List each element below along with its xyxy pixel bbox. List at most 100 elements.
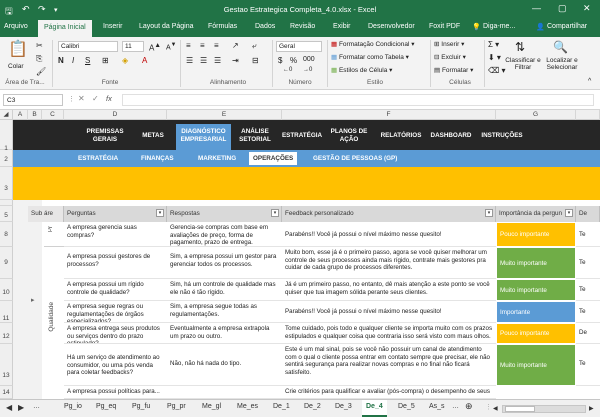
share-icon[interactable]: 👤 xyxy=(536,23,545,31)
more-sheets-right-icon[interactable]: … xyxy=(452,403,459,410)
table-cell-feedback[interactable]: Parabéns!! Você já possui o nível máximo… xyxy=(282,301,496,323)
header-importancia[interactable]: Importância da pergun ▾ xyxy=(496,206,576,222)
nav-planos-de-acao[interactable]: PLANOS DE AÇÃO xyxy=(329,128,369,143)
row-header-1[interactable]: 1 xyxy=(0,120,13,152)
table-cell-resposta[interactable] xyxy=(167,386,282,399)
tab-split-handle[interactable]: ⋮ xyxy=(485,403,492,411)
tab-pagina-inicial[interactable]: Página Inicial xyxy=(38,20,92,37)
subnav-gestao-pessoas[interactable]: GESTÃO DE PESSOAS (GP) xyxy=(313,155,397,162)
underline-button[interactable]: S xyxy=(85,56,90,65)
sheet-tab-me-es[interactable]: Me_es xyxy=(237,403,258,410)
formula-input[interactable] xyxy=(122,94,594,106)
row-header-12[interactable]: 12 xyxy=(0,323,13,344)
insert-cells-button[interactable]: ⊞ Inserir ▾ xyxy=(434,40,464,48)
sheet-tab-de-2[interactable]: De_2 xyxy=(304,403,321,410)
comma-style-icon[interactable]: 000 xyxy=(303,56,315,63)
table-cell-feedback[interactable]: Este é um mal sinal, pois se você não po… xyxy=(282,344,496,386)
column-header-d[interactable]: D xyxy=(64,110,167,120)
nav-premissas-gerais[interactable]: PREMISSAS GERAIS xyxy=(80,128,130,143)
subnav-financas[interactable]: FINANÇAS xyxy=(141,155,174,162)
table-cell-pergunta[interactable]: A empresa possui políticas para... xyxy=(64,386,167,399)
importance-badge[interactable]: Pouco importante xyxy=(497,223,575,246)
row-header-14[interactable]: 14 xyxy=(0,386,13,399)
sheet-tab-de-4[interactable]: De_4 xyxy=(362,400,387,417)
importance-badge[interactable]: Importante xyxy=(497,302,575,322)
header-sub-area[interactable]: Sub áre xyxy=(28,206,64,222)
fill-icon[interactable]: ⬇ ▾ xyxy=(488,53,501,62)
table-cell-feedback[interactable]: Já é um primeiro passo, no entanto, dê m… xyxy=(282,279,496,301)
filter-dropdown-icon[interactable]: ▾ xyxy=(156,209,164,217)
merge-center-icon[interactable]: ⊟ xyxy=(252,56,259,65)
header-feedback[interactable]: Feedback personalizado ▾ xyxy=(282,206,496,222)
format-as-table-button[interactable]: ▦ Formatar como Tabela ▾ xyxy=(331,53,409,61)
importance-badge[interactable]: Pouco importante xyxy=(497,324,575,343)
sheet-tab-pg-io[interactable]: Pg_io xyxy=(64,403,82,410)
column-header-g[interactable]: G xyxy=(496,110,576,120)
indent-icon[interactable]: ⇥ xyxy=(232,56,239,65)
collapse-ribbon-icon[interactable]: ^ xyxy=(588,78,591,85)
nav-diagnostico-empresarial[interactable]: DIAGNÓSTICO EMPRESARIAL xyxy=(176,124,231,150)
table-cell-resposta[interactable]: Sim, há um controle de qualidade mas ele… xyxy=(167,279,282,301)
italic-button[interactable]: I xyxy=(72,56,74,65)
filter-dropdown-icon[interactable]: ▾ xyxy=(565,209,573,217)
nav-analise-setorial[interactable]: ANÁLISE SETORIAL xyxy=(235,128,275,143)
subnav-estrategia[interactable]: ESTRATÉGIA xyxy=(78,155,118,162)
increase-decimal-icon[interactable]: ←0 xyxy=(283,67,292,73)
table-cell-resposta[interactable]: Não, não há nada do tipo. xyxy=(167,344,282,386)
find-select-icon[interactable]: 🔍 xyxy=(553,40,568,54)
table-cell-pergunta[interactable]: A empresa entrega seus produtos ou servi… xyxy=(64,323,167,344)
delete-cells-button[interactable]: ⊟ Excluir ▾ xyxy=(434,53,466,61)
sort-filter-icon[interactable]: ⇅ xyxy=(515,40,525,54)
tab-exibir[interactable]: Exibir xyxy=(333,23,351,30)
column-header-c[interactable]: C xyxy=(42,110,64,120)
sheet-tab-de-3[interactable]: De_3 xyxy=(335,403,352,410)
sheet-tab-pg-eq[interactable]: Pg_eq xyxy=(96,403,116,410)
row-header-11[interactable]: 11 xyxy=(0,301,13,323)
header-de[interactable]: De xyxy=(576,206,600,222)
header-perguntas[interactable]: Perguntas ▾ xyxy=(64,206,167,222)
nav-relatorios[interactable]: RELATÓRIOS xyxy=(378,132,424,140)
importance-badge[interactable]: Muito importante xyxy=(497,248,575,278)
column-header-e[interactable]: E xyxy=(167,110,282,120)
align-middle-icon[interactable]: ≡ xyxy=(200,41,205,50)
filter-dropdown-icon[interactable]: ▾ xyxy=(485,209,493,217)
tab-revisao[interactable]: Revisão xyxy=(290,23,315,30)
tab-desenvolvedor[interactable]: Desenvolvedor xyxy=(368,23,415,30)
currency-icon[interactable]: $ xyxy=(278,56,282,65)
format-painter-icon[interactable]: 🖌 xyxy=(36,67,46,76)
tab-formulas[interactable]: Fórmulas xyxy=(208,23,237,30)
sheet-tab-pg-pr[interactable]: Pg_pr xyxy=(167,403,186,410)
nav-metas[interactable]: METAS xyxy=(138,132,168,140)
close-button[interactable]: ✕ xyxy=(583,3,591,14)
row-header-8[interactable]: 8 xyxy=(0,222,13,247)
paste-icon[interactable]: 📋 xyxy=(8,40,28,62)
align-bottom-icon[interactable]: ≡ xyxy=(214,41,219,50)
sheet-tab-pg-fu[interactable]: Pg_fu xyxy=(132,403,150,410)
borders-icon[interactable]: ⊞ xyxy=(102,56,109,65)
tell-me-search[interactable]: Diga-me... xyxy=(483,23,515,30)
align-left-icon[interactable]: ☰ xyxy=(186,56,193,65)
horizontal-scrollbar-thumb[interactable] xyxy=(505,406,535,412)
table-cell-pergunta[interactable]: A empresa possui gestores de processos? xyxy=(64,247,167,279)
expand-arrow-icon[interactable]: ▸ xyxy=(31,296,35,304)
clear-icon[interactable]: ⌫ ▾ xyxy=(488,66,506,75)
tab-arquivo[interactable]: Arquivo xyxy=(4,23,28,30)
tab-foxit[interactable]: Foxit PDF xyxy=(429,23,460,30)
paste-button[interactable]: Colar xyxy=(8,63,24,70)
row-header-3[interactable]: 3 xyxy=(0,167,13,200)
sheet-tab-de-1[interactable]: De_1 xyxy=(273,403,290,410)
align-right-icon[interactable]: ☰ xyxy=(214,56,221,65)
importance-badge[interactable]: Muito importante xyxy=(497,345,575,385)
column-header-b[interactable]: B xyxy=(28,110,42,120)
row-header-13[interactable]: 13 xyxy=(0,344,13,386)
row-header-10[interactable]: 10 xyxy=(0,279,13,301)
row-header-5[interactable]: 5 xyxy=(0,206,13,222)
align-top-icon[interactable]: ≡ xyxy=(186,41,191,50)
share-button[interactable]: Compartilhar xyxy=(547,23,587,30)
tab-dados[interactable]: Dados xyxy=(255,23,275,30)
table-cell-resposta[interactable]: Sim, a empresa possui um gestor para ger… xyxy=(167,247,282,279)
conditional-formatting-button[interactable]: ▦ Formatação Condicional ▾ xyxy=(331,40,414,48)
hscroll-right-icon[interactable]: ▶ xyxy=(589,405,594,412)
new-sheet-icon[interactable]: ⊕ xyxy=(465,401,473,412)
column-header-f[interactable]: F xyxy=(282,110,496,120)
